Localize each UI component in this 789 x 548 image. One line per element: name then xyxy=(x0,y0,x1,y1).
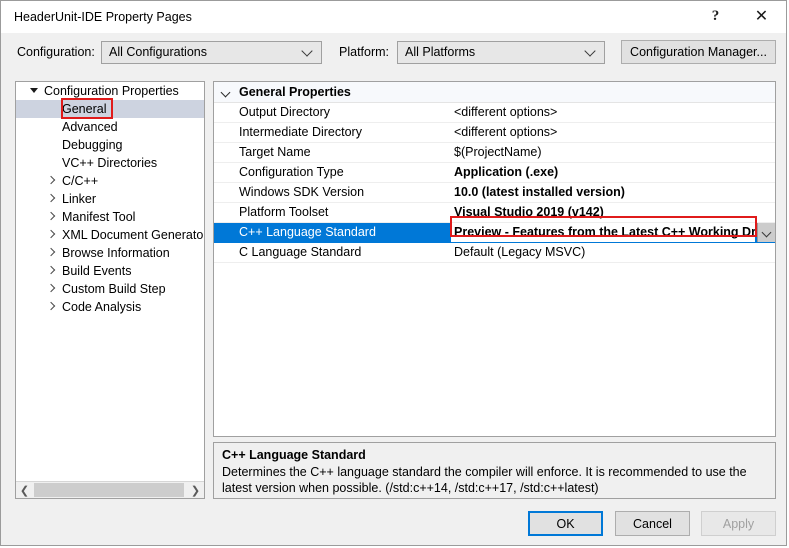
tree-item-label: Build Events xyxy=(62,264,132,278)
tree-item-label: Custom Build Step xyxy=(62,282,166,296)
property-value[interactable]: $(ProjectName) xyxy=(454,143,773,162)
tree-item-c-c[interactable]: C/C++ xyxy=(16,172,204,190)
property-value[interactable]: Default (Legacy MSVC) xyxy=(454,243,773,262)
triangle-right-icon[interactable] xyxy=(46,265,56,275)
property-name: Intermediate Directory xyxy=(239,125,362,139)
tree-item-general[interactable]: General xyxy=(16,100,204,118)
triangle-right-icon[interactable] xyxy=(46,193,56,203)
platform-value: All Platforms xyxy=(405,45,476,59)
tree-item-label: Code Analysis xyxy=(62,300,142,314)
tree-item-vc-directories[interactable]: VC++ Directories xyxy=(16,154,204,172)
tree-item-label: Manifest Tool xyxy=(62,210,136,224)
property-name: Output Directory xyxy=(239,105,331,119)
property-pages-dialog: HeaderUnit-IDE Property Pages ? ✕ Config… xyxy=(0,0,787,546)
property-value[interactable]: <different options> xyxy=(454,123,773,142)
cancel-button[interactable]: Cancel xyxy=(615,511,690,536)
property-value-dropdown-button[interactable] xyxy=(757,223,775,242)
property-row[interactable]: Windows SDK Version 10.0 (latest installe… xyxy=(214,183,775,203)
configuration-toolbar: Configuration: All Configurations Platfo… xyxy=(1,33,786,69)
property-value[interactable]: Application (.exe) xyxy=(454,163,773,182)
description-title: C++ Language Standard xyxy=(222,448,366,462)
property-row[interactable]: C Language Standard Default (Legacy MSVC) xyxy=(214,243,775,263)
property-row[interactable]: Intermediate Directory <different options… xyxy=(214,123,775,143)
window-title: HeaderUnit-IDE Property Pages xyxy=(14,10,192,24)
property-name: Platform Toolset xyxy=(239,205,329,219)
property-group-label: General Properties xyxy=(239,85,351,99)
tree-item-label: Configuration Properties xyxy=(44,84,179,98)
triangle-right-icon[interactable] xyxy=(46,283,56,293)
tree-item-linker[interactable]: Linker xyxy=(16,190,204,208)
help-button[interactable]: ? xyxy=(693,1,738,32)
property-name: C Language Standard xyxy=(239,245,362,259)
configuration-value: All Configurations xyxy=(109,45,207,59)
platform-select[interactable]: All Platforms xyxy=(397,41,605,64)
tree-item-debugging[interactable]: Debugging xyxy=(16,136,204,154)
configuration-tree-panel: Configuration Properties General Advanced D… xyxy=(15,81,205,499)
property-name: C++ Language Standard xyxy=(239,225,376,239)
ok-button[interactable]: OK xyxy=(528,511,603,536)
close-icon: ✕ xyxy=(754,7,769,25)
scrollbar-thumb[interactable] xyxy=(34,483,184,497)
property-row[interactable]: Platform Toolset Visual Studio 2019 (v142… xyxy=(214,203,775,223)
tree-item-label: VC++ Directories xyxy=(62,156,158,170)
tree-item-custom-build-step[interactable]: Custom Build Step xyxy=(16,280,204,298)
tree-item-browse-information[interactable]: Browse Information xyxy=(16,244,204,262)
apply-button: Apply xyxy=(701,511,776,536)
description-body: Determines the C++ language standard the… xyxy=(222,465,747,495)
title-bar: HeaderUnit-IDE Property Pages ? ✕ xyxy=(1,1,786,33)
tree-item-configuration-properties[interactable]: Configuration Properties xyxy=(16,82,204,100)
property-name: Configuration Type xyxy=(239,165,344,179)
triangle-right-icon[interactable] xyxy=(46,247,56,257)
property-row[interactable]: C++ Language Standard Preview - Features … xyxy=(214,223,775,243)
configuration-manager-button[interactable]: Configuration Manager... xyxy=(621,40,776,64)
tree-item-code-analysis[interactable]: Code Analysis xyxy=(16,298,204,316)
question-mark-icon: ? xyxy=(711,8,720,24)
configuration-tree: Configuration Properties General Advanced D… xyxy=(16,82,204,480)
triangle-right-icon[interactable] xyxy=(46,175,56,185)
description-panel: C++ Language Standard Determines the C++… xyxy=(213,442,776,499)
tree-item-xml-document-generator[interactable]: XML Document Generator xyxy=(16,226,204,244)
property-name: Windows SDK Version xyxy=(239,185,365,199)
tree-item-label: XML Document Generator xyxy=(62,228,204,242)
tree-item-label: Linker xyxy=(62,192,97,206)
property-row[interactable]: Output Directory <different options> xyxy=(214,103,775,123)
tree-item-label: Advanced xyxy=(62,120,118,134)
tree-horizontal-scrollbar[interactable]: ❮ ❯ xyxy=(16,481,204,498)
chevron-down-icon xyxy=(586,46,596,56)
platform-label: Platform: xyxy=(339,45,390,59)
property-value[interactable]: Preview - Features from the Latest C++ W… xyxy=(451,223,755,242)
property-value[interactable]: 10.0 (latest installed version) xyxy=(454,183,773,202)
chevron-down-icon xyxy=(303,46,313,56)
tree-item-advanced[interactable]: Advanced xyxy=(16,118,204,136)
property-value[interactable]: <different options> xyxy=(454,103,773,122)
chevron-left-icon[interactable]: ❮ xyxy=(16,482,33,498)
triangle-down-icon[interactable] xyxy=(30,88,38,93)
configuration-select[interactable]: All Configurations xyxy=(101,41,322,64)
property-value[interactable]: Visual Studio 2019 (v142) xyxy=(454,203,773,222)
configuration-label: Configuration: xyxy=(17,45,95,59)
chevron-down-icon[interactable] xyxy=(222,89,230,97)
property-grid: General Properties Output Directory <diff… xyxy=(213,81,776,437)
triangle-right-icon[interactable] xyxy=(46,211,56,221)
tree-item-label: Debugging xyxy=(62,138,123,152)
tree-item-label: Browse Information xyxy=(62,246,170,260)
property-group-header[interactable]: General Properties xyxy=(214,82,775,103)
triangle-right-icon[interactable] xyxy=(46,229,56,239)
triangle-right-icon[interactable] xyxy=(46,301,56,311)
tree-item-manifest-tool[interactable]: Manifest Tool xyxy=(16,208,204,226)
tree-item-build-events[interactable]: Build Events xyxy=(16,262,204,280)
chevron-right-icon[interactable]: ❯ xyxy=(187,482,204,498)
tree-item-label: General xyxy=(62,102,107,116)
close-button[interactable]: ✕ xyxy=(739,1,784,32)
tree-item-label: C/C++ xyxy=(62,174,99,188)
property-row[interactable]: Target Name $(ProjectName) xyxy=(214,143,775,163)
property-row[interactable]: Configuration Type Application (.exe) xyxy=(214,163,775,183)
property-name: Target Name xyxy=(239,145,311,159)
